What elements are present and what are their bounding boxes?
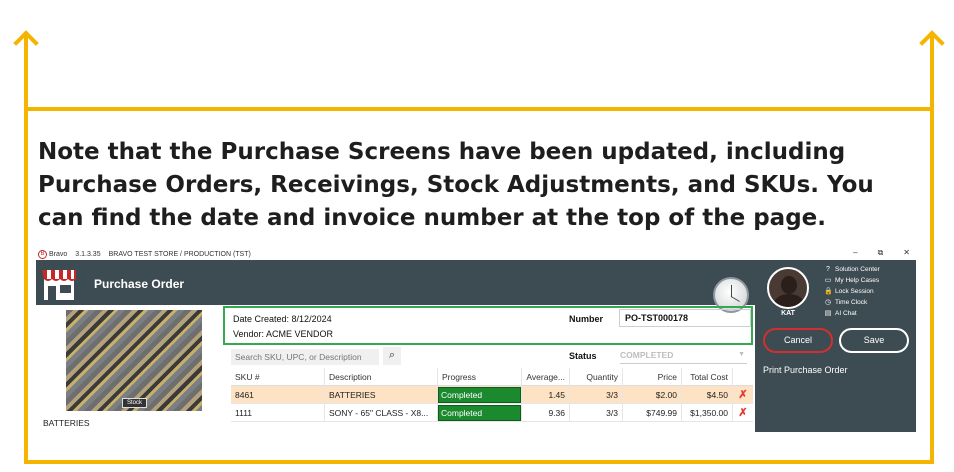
side-links: ? Solution Center ▭ My Help Cases 🔒 Lock Se… <box>824 264 880 319</box>
column-header-actions <box>733 368 753 386</box>
search-input[interactable] <box>231 349 379 365</box>
arrow-up-right-icon <box>919 30 945 56</box>
save-button[interactable]: Save <box>839 328 909 353</box>
cell-description: SONY - 65" CLASS - X8... <box>325 403 438 422</box>
store-icon[interactable] <box>40 264 78 302</box>
solution-center-link[interactable]: ? Solution Center <box>824 264 880 275</box>
progress-badge: Completed <box>438 404 521 421</box>
cell-sku: 1111 <box>231 403 325 422</box>
lock-session-link[interactable]: 🔒 Lock Session <box>824 286 880 297</box>
title-bar: B Bravo 3.1.3.35 BRAVO TEST STORE / PROD… <box>36 248 916 260</box>
order-info-box: Date Created: 8/12/2024 Vendor: ACME VEN… <box>223 306 753 345</box>
link-label: Lock Session <box>835 288 874 295</box>
table-row[interactable]: 1111 SONY - 65" CLASS - X8... Completed … <box>231 403 753 422</box>
table-row[interactable]: 8461 BATTERIES Completed 1.45 3/3 $2.00 … <box>231 385 753 404</box>
column-header-total-cost[interactable]: Total Cost <box>682 367 733 386</box>
cell-average: 9.36 <box>522 403 570 422</box>
date-value: 8/12/2024 <box>291 314 332 324</box>
po-number-field[interactable]: PO-TST000178 <box>619 309 751 327</box>
cell-price: $2.00 <box>623 385 682 404</box>
help-icon: ? <box>826 265 830 273</box>
chevron-down-icon: ▼ <box>738 351 745 358</box>
close-button[interactable]: ✕ <box>903 248 910 258</box>
annotation-note: Note that the Purchase Screens have been… <box>38 139 874 231</box>
lock-icon: 🔒 <box>824 287 833 295</box>
search-row: ⌕ Status COMPLETED ▼ <box>231 347 751 365</box>
app-name: Bravo <box>49 250 68 258</box>
annotation-top-line <box>24 107 934 111</box>
product-image: Stock <box>66 310 202 411</box>
cell-average: 1.45 <box>522 385 570 404</box>
cell-sku: 8461 <box>231 385 325 404</box>
product-name: BATTERIES <box>43 418 90 428</box>
user-name: KAT <box>781 310 795 317</box>
search-icon[interactable]: ⌕ <box>383 347 401 365</box>
table-header: SKU # Description Progress Average... Qu… <box>231 367 753 386</box>
my-help-cases-link[interactable]: ▭ My Help Cases <box>824 275 880 286</box>
help-cases-icon: ▭ <box>824 276 832 284</box>
avatar[interactable] <box>767 267 809 309</box>
items-table: SKU # Description Progress Average... Qu… <box>231 367 753 422</box>
column-header-price[interactable]: Price <box>623 367 682 386</box>
column-header-progress[interactable]: Progress <box>438 367 522 386</box>
cell-quantity: 3/3 <box>570 403 623 422</box>
stock-badge: Stock <box>122 398 148 408</box>
bravo-logo-icon: B <box>38 249 47 259</box>
app-window: B Bravo 3.1.3.35 BRAVO TEST STORE / PROD… <box>36 248 916 432</box>
minimize-button[interactable]: – <box>853 248 857 258</box>
restore-button[interactable]: ⧉ <box>878 248 884 258</box>
vendor: Vendor: ACME VENDOR <box>233 329 333 339</box>
cell-progress: Completed <box>438 403 522 422</box>
column-header-sku[interactable]: SKU # <box>231 367 325 386</box>
delete-row-icon[interactable]: ✗ <box>733 386 753 404</box>
date-label: Date Created: <box>233 314 290 324</box>
cell-total-cost: $4.50 <box>682 385 733 404</box>
link-label: My Help Cases <box>835 277 880 284</box>
number-label: Number <box>569 314 604 324</box>
vendor-value: ACME VENDOR <box>266 329 334 339</box>
time-clock-link[interactable]: ◷ Time Clock <box>824 297 880 308</box>
link-label: Time Clock <box>835 299 868 306</box>
page-title: Purchase Order <box>94 277 185 291</box>
status-value: COMPLETED <box>620 350 674 360</box>
cell-price: $749.99 <box>623 403 682 422</box>
column-header-average[interactable]: Average... <box>522 367 570 386</box>
store-name: BRAVO TEST STORE / PRODUCTION (TST) <box>108 250 251 258</box>
status-label: Status <box>569 351 597 361</box>
status-select[interactable]: COMPLETED ▼ <box>620 348 747 364</box>
right-panel: KAT ? Solution Center ▭ My Help Cases 🔒 Loc… <box>755 260 916 432</box>
cell-description: BATTERIES <box>325 385 438 404</box>
annotation-bottom-line <box>24 460 934 464</box>
column-header-quantity[interactable]: Quantity <box>570 367 623 386</box>
chat-icon: ▤ <box>824 309 832 317</box>
column-header-description[interactable]: Description <box>325 367 438 386</box>
app-version: 3.1.3.35 <box>75 250 101 258</box>
link-label: Solution Center <box>835 266 880 273</box>
cell-progress: Completed <box>438 385 522 404</box>
arrow-up-left-icon <box>13 30 39 56</box>
progress-badge: Completed <box>438 386 521 403</box>
date-created: Date Created: 8/12/2024 <box>233 314 332 324</box>
vendor-label: Vendor: <box>233 329 265 339</box>
cell-quantity: 3/3 <box>570 385 623 404</box>
delete-row-icon[interactable]: ✗ <box>733 404 753 422</box>
clock-icon: ◷ <box>824 298 832 306</box>
annotation-left-line <box>24 34 28 464</box>
print-purchase-order-link[interactable]: Print Purchase Order <box>763 365 848 375</box>
cell-total-cost: $1,350.00 <box>682 403 733 422</box>
link-label: AI Chat <box>835 310 857 317</box>
ai-chat-link[interactable]: ▤ AI Chat <box>824 308 880 319</box>
cancel-button[interactable]: Cancel <box>763 328 833 353</box>
annotation-right-line <box>930 34 934 464</box>
